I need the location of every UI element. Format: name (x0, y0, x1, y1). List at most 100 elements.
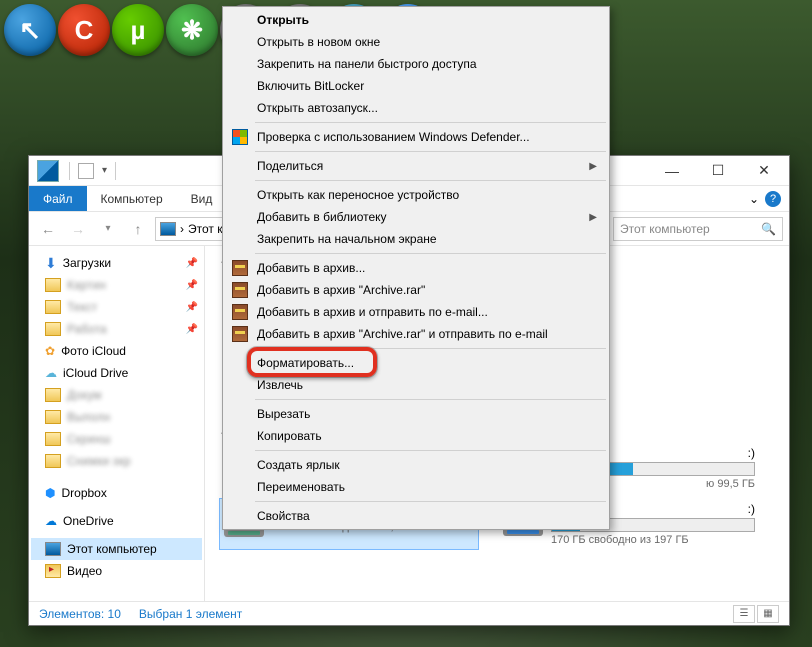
ctx-label: Добавить в архив и отправить по e-mail..… (257, 305, 488, 319)
ctx-eject[interactable]: Извлечь (225, 374, 607, 396)
ctx-rar-email[interactable]: Добавить в архив и отправить по e-mail..… (225, 301, 607, 323)
search-placeholder: Этот компьютер (620, 222, 710, 236)
nav-dropbox[interactable]: ⬢Dropbox (31, 482, 202, 504)
defender-icon (231, 128, 249, 146)
ctx-copy[interactable]: Копировать (225, 425, 607, 447)
qat-checkbox-icon[interactable] (78, 163, 94, 179)
folder-icon (45, 454, 61, 468)
ctx-label: Извлечь (257, 378, 303, 392)
nav-video[interactable]: Видео (31, 560, 202, 582)
ctx-properties[interactable]: Свойства (225, 505, 607, 527)
taskbar-utorrent-icon[interactable]: µ (112, 4, 164, 56)
video-icon (45, 564, 61, 578)
nav-onedrive[interactable]: ☁OneDrive (31, 510, 202, 532)
qat-dropdown[interactable]: ▾ (102, 165, 107, 176)
ctx-label: Открыть как переносное устройство (257, 188, 459, 202)
taskbar-ccleaner-icon[interactable]: C (58, 4, 110, 56)
ctx-label: Добавить в архив... (257, 261, 365, 275)
nav-folder[interactable]: Докум (31, 384, 202, 406)
tab-computer[interactable]: Компьютер (87, 186, 177, 211)
ctx-pin-start[interactable]: Закрепить на начальном экране (225, 228, 607, 250)
nav-folder[interactable]: Скринш (31, 428, 202, 450)
view-details-button[interactable]: ☰ (733, 605, 755, 623)
winrar-icon (231, 303, 249, 321)
nav-icloud-drive[interactable]: ☁iCloud Drive (31, 362, 202, 384)
ctx-rar-archive-email[interactable]: Добавить в архив "Archive.rar" и отправи… (225, 323, 607, 345)
ctx-separator (255, 151, 606, 152)
winrar-icon (231, 281, 249, 299)
ctx-autorun[interactable]: Открыть автозапуск... (225, 97, 607, 119)
ctx-label: Проверка с использованием Windows Defend… (257, 130, 530, 144)
ctx-separator (255, 122, 606, 123)
submenu-arrow-icon: ▶ (589, 212, 597, 223)
ctx-rename[interactable]: Переименовать (225, 476, 607, 498)
ctx-label: Добавить в архив "Archive.rar" и отправи… (257, 327, 548, 341)
ctx-shortcut[interactable]: Создать ярлык (225, 454, 607, 476)
search-input[interactable]: Этот компьютер 🔍 (613, 217, 783, 241)
folder-icon (45, 322, 61, 336)
view-icons-button[interactable]: ▦ (757, 605, 779, 623)
tab-file[interactable]: Файл (29, 186, 87, 211)
ctx-add-library[interactable]: Добавить в библиотеку ▶ (225, 206, 607, 228)
nav-downloads[interactable]: ⬇Загрузки📌 (31, 252, 202, 274)
ctx-label: Вырезать (257, 407, 310, 421)
ctx-separator (255, 450, 606, 451)
nav-folder[interactable]: Снимки экр (31, 450, 202, 472)
ctx-rar-archive[interactable]: Добавить в архив "Archive.rar" (225, 279, 607, 301)
help-icon[interactable]: ? (765, 191, 781, 207)
icloud-icon: ☁ (45, 366, 57, 380)
drive-free-text: 170 ГБ свободно из 197 ГБ (551, 534, 755, 546)
ctx-label: Включить BitLocker (257, 79, 364, 93)
nav-label: Работа (67, 322, 107, 336)
dropbox-icon: ⬢ (45, 486, 55, 500)
maximize-button[interactable]: ☐ (695, 157, 741, 185)
ribbon-expand[interactable]: ⌄ (749, 192, 759, 206)
ctx-label: Открыть автозапуск... (257, 101, 378, 115)
folder-icon (45, 300, 61, 314)
ctx-label: Свойства (257, 509, 310, 523)
ctx-open[interactable]: Открыть (225, 9, 607, 31)
separator (69, 162, 70, 180)
nav-up[interactable]: ↑ (125, 216, 151, 242)
ctx-open-new-window[interactable]: Открыть в новом окне (225, 31, 607, 53)
nav-forward[interactable]: → (65, 216, 91, 242)
nav-photo-icloud[interactable]: ✿Фото iCloud (31, 340, 202, 362)
status-elements: Элементов: 10 (39, 607, 121, 621)
ctx-pin-quick-access[interactable]: Закрепить на панели быстрого доступа (225, 53, 607, 75)
folder-icon (45, 388, 61, 402)
tab-view[interactable]: Вид (177, 186, 227, 211)
ctx-bitlocker[interactable]: Включить BitLocker (225, 75, 607, 97)
ctx-label: Создать ярлык (257, 458, 340, 472)
ctx-cut[interactable]: Вырезать (225, 403, 607, 425)
navigation-pane: ⬇Загрузки📌 Картин📌 Текст📌 Работа 📌 ✿Фото … (29, 246, 205, 601)
this-pc-icon (45, 542, 61, 556)
taskbar-cursor-icon[interactable]: ↖ (4, 4, 56, 56)
ctx-label: Открыть в новом окне (257, 35, 380, 49)
pin-icon: 📌 (186, 302, 198, 313)
nav-label: Докум (67, 388, 101, 402)
winrar-icon (231, 259, 249, 277)
pin-icon: 📌 (186, 324, 198, 335)
nav-folder[interactable]: Картин📌 (31, 274, 202, 296)
nav-recent[interactable]: ▾ (95, 216, 121, 242)
ctx-share[interactable]: Поделиться▶ (225, 155, 607, 177)
ctx-rar-add[interactable]: Добавить в архив... (225, 257, 607, 279)
ctx-label: Добавить в библиотеку (257, 210, 387, 224)
nav-this-pc[interactable]: Этот компьютер (31, 538, 202, 560)
nav-back[interactable]: ← (35, 216, 61, 242)
nav-folder[interactable]: Выполн (31, 406, 202, 428)
nav-folder[interactable]: Текст📌 (31, 296, 202, 318)
pin-icon: 📌 (186, 280, 198, 291)
nav-folder[interactable]: Работа 📌 (31, 318, 202, 340)
ctx-label: Закрепить на начальном экране (257, 232, 437, 246)
close-button[interactable]: ✕ (741, 157, 787, 185)
nav-label: Видео (67, 564, 102, 578)
context-menu: Открыть Открыть в новом окне Закрепить н… (222, 6, 610, 530)
ctx-portable-device[interactable]: Открыть как переносное устройство (225, 184, 607, 206)
ctx-separator (255, 501, 606, 502)
minimize-button[interactable]: — (649, 157, 695, 185)
ctx-format[interactable]: Форматировать... (225, 352, 607, 374)
nav-label: Выполн (67, 410, 110, 424)
ctx-defender[interactable]: Проверка с использованием Windows Defend… (225, 126, 607, 148)
taskbar-app-icon[interactable]: ❋ (166, 4, 218, 56)
